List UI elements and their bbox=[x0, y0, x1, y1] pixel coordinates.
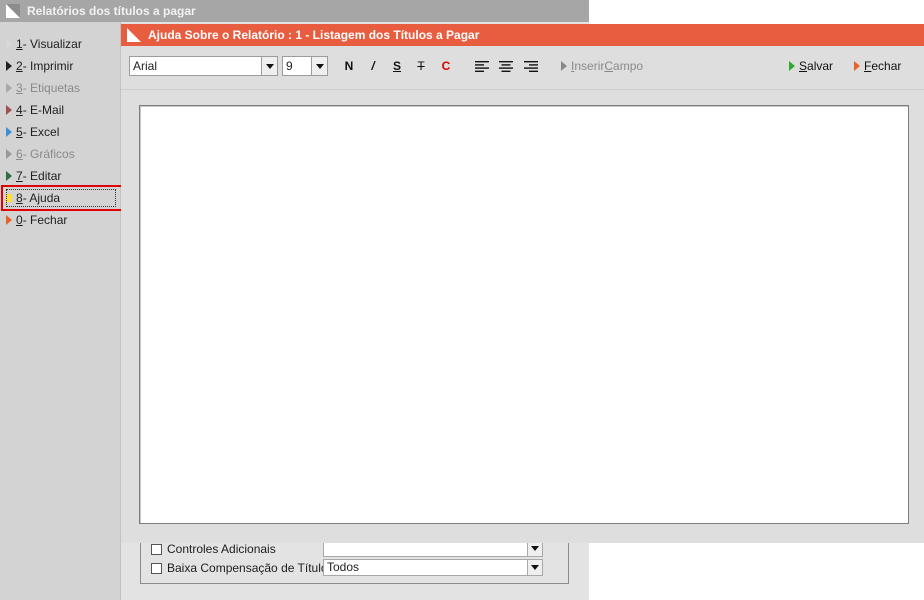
menu-arrow-icon bbox=[6, 83, 12, 93]
menu-arrow-icon bbox=[6, 105, 12, 115]
app-logo-icon bbox=[6, 4, 20, 18]
font-size-select[interactable]: 9 bbox=[282, 56, 328, 76]
menu-item-imprimir[interactable]: 2 - Imprimir bbox=[6, 57, 116, 75]
chevron-down-icon[interactable] bbox=[261, 57, 277, 75]
selection-highlight bbox=[1, 185, 123, 211]
chevron-down-icon[interactable] bbox=[527, 560, 542, 575]
menu-item-email[interactable]: 4 - E-Mail bbox=[6, 101, 116, 119]
menu-item-etiquetas[interactable]: 3 - Etiquetas bbox=[6, 79, 116, 97]
bold-button[interactable]: N bbox=[341, 58, 357, 74]
app-logo-icon bbox=[127, 28, 141, 42]
option-controles-adicionais[interactable]: Controles Adicionais bbox=[151, 541, 276, 557]
baixa-compensacao-checkbox[interactable] bbox=[151, 562, 162, 574]
menu-item-fechar[interactable]: 0 - Fechar bbox=[6, 211, 116, 229]
menu-item-visualizar[interactable]: 1 - Visualizar bbox=[6, 35, 116, 53]
chevron-down-icon[interactable] bbox=[527, 541, 542, 556]
option-baixa-compensacao[interactable]: Baixa Compensação de Título bbox=[151, 560, 328, 576]
baixa-compensacao-label: Baixa Compensação de Título bbox=[167, 561, 328, 575]
align-left-button[interactable] bbox=[474, 58, 490, 74]
save-button[interactable]: Salvar bbox=[789, 58, 833, 74]
align-left-icon bbox=[475, 60, 489, 72]
menu-item-excel[interactable]: 5 - Excel bbox=[6, 123, 116, 141]
help-dialog-title: Ajuda Sobre o Relatório : 1 - Listagem d… bbox=[148, 28, 480, 42]
italic-button[interactable]: / bbox=[365, 58, 381, 74]
underline-button[interactable]: S bbox=[389, 58, 405, 74]
align-right-button[interactable] bbox=[523, 58, 539, 74]
close-button[interactable]: Fechar bbox=[854, 58, 901, 74]
strikethrough-button[interactable]: T bbox=[413, 58, 429, 74]
menu-item-editar[interactable]: 7 - Editar bbox=[6, 167, 116, 185]
save-arrow-icon bbox=[789, 61, 795, 71]
align-center-button[interactable] bbox=[498, 58, 514, 74]
baixa-compensacao-select[interactable]: Todos bbox=[323, 559, 543, 576]
insert-field-button[interactable]: Inserir Campo bbox=[561, 58, 643, 74]
help-dialog-titlebar: Ajuda Sobre o Relatório : 1 - Listagem d… bbox=[121, 24, 924, 46]
text-color-button[interactable]: C bbox=[438, 58, 454, 74]
menu-arrow-icon bbox=[6, 61, 12, 71]
controles-adicionais-label: Controles Adicionais bbox=[167, 542, 276, 556]
font-name-select[interactable]: Arial bbox=[129, 56, 278, 76]
background-window-titlebar: Relatórios dos títulos a pagar bbox=[0, 0, 589, 22]
align-right-icon bbox=[524, 60, 538, 72]
menu-arrow-icon bbox=[6, 171, 12, 181]
background-window-title: Relatórios dos títulos a pagar bbox=[27, 4, 196, 18]
menu-arrow-icon bbox=[6, 149, 12, 159]
menu-arrow-icon bbox=[6, 39, 12, 49]
menu-arrow-icon bbox=[6, 127, 12, 137]
align-center-icon bbox=[499, 60, 513, 72]
menu-item-graficos[interactable]: 6 - Gráficos bbox=[6, 145, 116, 163]
close-arrow-icon bbox=[854, 61, 860, 71]
play-arrow-icon bbox=[561, 61, 567, 71]
help-text-editor[interactable] bbox=[139, 105, 909, 524]
controles-adicionais-checkbox[interactable] bbox=[151, 543, 162, 555]
chevron-down-icon[interactable] bbox=[311, 57, 327, 75]
help-dialog: Ajuda Sobre o Relatório : 1 - Listagem d… bbox=[121, 24, 924, 543]
menu-arrow-icon bbox=[6, 215, 12, 225]
